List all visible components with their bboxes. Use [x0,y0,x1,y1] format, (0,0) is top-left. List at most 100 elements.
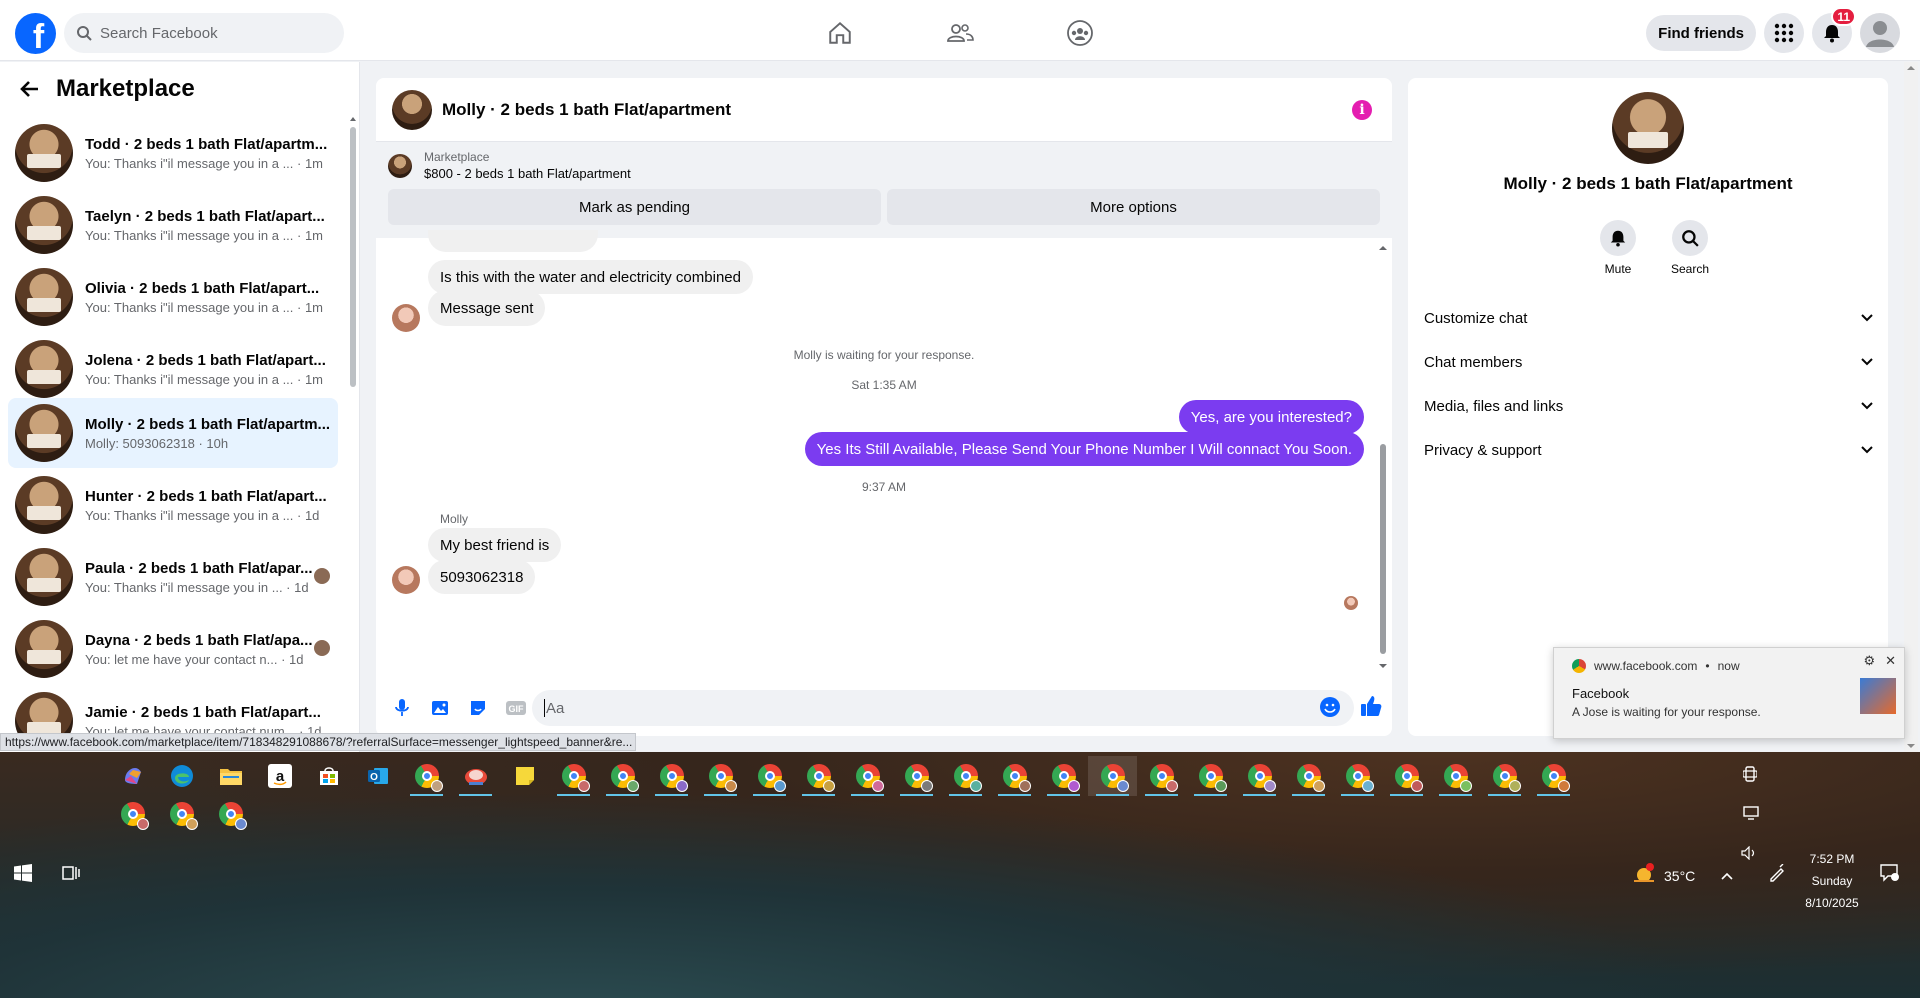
privacy-support-row[interactable]: Privacy & support [1424,432,1874,468]
listing-thumbnail[interactable] [388,153,412,178]
chrome-icon[interactable] [402,756,451,796]
chrome-icon[interactable] [696,756,745,796]
chrome-icon[interactable] [598,756,647,796]
mute-button[interactable]: Mute [1588,220,1648,276]
conversation-preview: You: Thanks i"il message you in ... · 1d [85,579,309,595]
conversation-item[interactable]: Paula · 2 beds 1 bath Flat/apar... You: T… [8,542,338,612]
conversation-item[interactable]: Hunter · 2 beds 1 bath Flat/apart... You:… [8,470,338,540]
groups-icon[interactable] [1020,5,1140,61]
chrome-icon[interactable] [892,756,941,796]
tray-phone-icon[interactable] [1742,766,1758,787]
sender-avatar[interactable] [392,304,420,332]
chrome-icon[interactable] [990,756,1039,796]
chat-scrollbar[interactable] [1378,244,1388,674]
bug-app-icon[interactable] [451,756,500,796]
media-files-links-row[interactable]: Media, files and links [1424,388,1874,424]
back-arrow-icon[interactable] [18,77,42,101]
browser-notification-toast[interactable]: www.facebook.com • now ⚙ ✕ Facebook A Jo… [1553,647,1905,739]
sidebar-scrollbar[interactable] [349,62,357,712]
facebook-logo-icon[interactable]: f [15,13,56,54]
chat-members-row[interactable]: Chat members [1424,344,1874,380]
thumbs-up-icon[interactable] [1359,694,1383,723]
conversation-item[interactable]: Todd · 2 beds 1 bath Flat/apartm... You: … [8,118,338,188]
notification-center-icon[interactable] [1880,864,1900,887]
task-view-icon[interactable] [62,864,80,887]
chrome-icon[interactable] [206,794,255,834]
search-input[interactable]: Search Facebook [64,13,344,53]
marketplace-listing-bar: Marketplace $800 - 2 beds 1 bath Flat/ap… [376,142,1392,238]
emoji-icon[interactable] [1319,696,1341,723]
home-icon[interactable] [780,5,900,61]
file-explorer-icon[interactable] [206,756,255,796]
info-icon[interactable]: i [1352,100,1372,120]
conversation-item[interactable]: Molly · 2 beds 1 bath Flat/apartm... Moll… [8,398,338,468]
outlook-icon[interactable]: O [353,756,402,796]
chrome-icon[interactable] [1382,756,1431,796]
close-icon[interactable]: ✕ [1885,653,1896,669]
chrome-icon[interactable] [1137,756,1186,796]
microsoft-store-icon[interactable] [304,756,353,796]
conversation-item[interactable]: Olivia · 2 beds 1 bath Flat/apart... You:… [8,262,338,332]
chrome-icon[interactable] [941,756,990,796]
chrome-icon[interactable] [157,794,206,834]
listing-price-title[interactable]: $800 - 2 beds 1 bath Flat/apartment [424,166,631,181]
sticky-notes-icon[interactable] [500,756,549,796]
chrome-icon[interactable] [1333,756,1382,796]
sender-avatar[interactable] [392,566,420,594]
conversation-item[interactable]: Jolena · 2 beds 1 bath Flat/apart... You:… [8,334,338,404]
message-bubble-incoming: 5093062318 [428,560,536,594]
page-scrollbar[interactable] [1904,62,1918,752]
mark-as-pending-button[interactable]: Mark as pending [388,189,881,225]
search-label: Search [1670,262,1710,276]
chrome-icon[interactable] [647,756,696,796]
sticker-icon[interactable] [464,694,492,722]
friends-icon[interactable] [900,5,1020,61]
conversation-avatar[interactable] [1612,92,1684,164]
chrome-icon[interactable] [549,756,598,796]
gif-icon[interactable]: GIF [502,694,530,722]
settings-gear-icon[interactable]: ⚙ [1863,653,1875,669]
toast-time: now [1717,659,1740,673]
chrome-icon[interactable] [1235,756,1284,796]
photo-icon[interactable] [426,694,454,722]
notifications-bell-icon[interactable]: 11 [1812,7,1856,53]
weather-temperature[interactable]: 35°C [1664,868,1695,884]
chrome-icon[interactable] [1186,756,1235,796]
find-friends-button[interactable]: Find friends [1646,15,1756,51]
chrome-icon[interactable] [843,756,892,796]
svg-text:GIF: GIF [509,704,525,714]
chrome-icon[interactable] [1039,756,1088,796]
more-options-button[interactable]: More options [887,189,1380,225]
chrome-icon[interactable] [1480,756,1529,796]
conversation-item[interactable]: Dayna · 2 beds 1 bath Flat/apa... You: le… [8,614,338,684]
conversation-title: Jamie · 2 beds 1 bath Flat/apart... [85,703,321,721]
chrome-icon[interactable] [1284,756,1333,796]
tray-display-icon[interactable] [1743,806,1759,825]
chat-title[interactable]: Molly · 2 beds 1 bath Flat/apartment [442,100,731,120]
conversation-preview: Molly: 5093062318 · 10h [85,435,229,451]
search-conversation-button[interactable]: Search [1660,220,1720,276]
chrome-icon[interactable] [745,756,794,796]
chrome-icon[interactable] [1088,756,1137,796]
chevron-up-icon[interactable] [1720,868,1734,886]
microphone-icon[interactable] [388,694,416,722]
notification-count-badge: 11 [1831,7,1856,26]
customize-chat-row[interactable]: Customize chat [1424,300,1874,336]
windows-start-icon[interactable] [14,864,32,887]
edge-icon[interactable] [157,756,206,796]
amazon-icon[interactable]: a [255,756,304,796]
weather-icon[interactable] [1632,863,1656,890]
chrome-icon[interactable] [1431,756,1480,796]
chat-header-avatar[interactable] [392,89,432,130]
message-input[interactable]: Aa [532,690,1354,726]
chrome-icon[interactable] [794,756,843,796]
profile-avatar-icon[interactable] [1860,13,1900,53]
menu-grid-icon[interactable] [1764,13,1804,53]
conversation-item[interactable]: Taelyn · 2 beds 1 bath Flat/apart... You:… [8,190,338,260]
copilot-icon[interactable] [108,756,157,796]
volume-icon[interactable] [1741,845,1757,865]
pen-icon[interactable] [1768,863,1786,887]
chrome-icon[interactable] [108,794,157,834]
clock[interactable]: 7:52 PM Sunday 8/10/2025 [1794,848,1870,914]
chrome-icon[interactable] [1529,756,1578,796]
